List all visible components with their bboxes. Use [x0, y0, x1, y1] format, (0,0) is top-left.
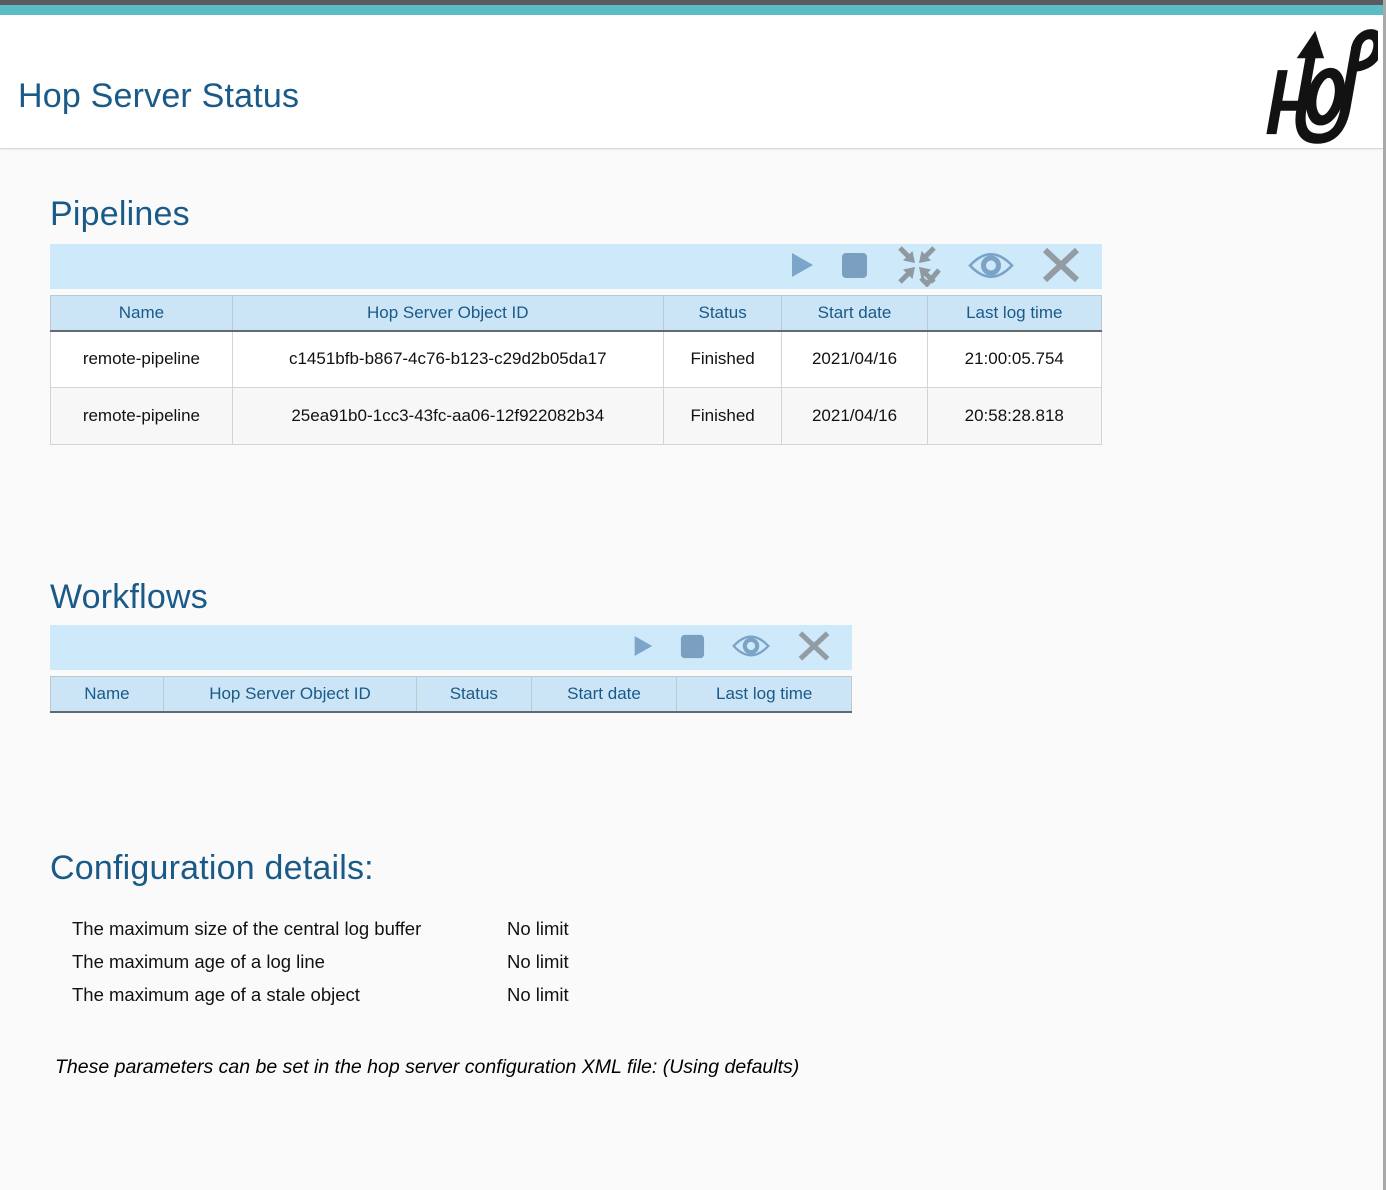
- pipeline-last-log-time: 20:58:28.818: [927, 388, 1101, 445]
- pipeline-status: Finished: [663, 388, 782, 445]
- config-value: No limit: [507, 951, 1386, 973]
- pipeline-object-id: c1451bfb-b867-4c76-b123-c29d2b05da17: [232, 331, 663, 388]
- start-pipeline-button[interactable]: [790, 252, 814, 281]
- view-pipeline-button[interactable]: [968, 250, 1014, 284]
- start-workflow-button[interactable]: [633, 634, 653, 661]
- column-header-start-date: Start date: [782, 296, 927, 331]
- pipeline-start-date: 2021/04/16: [782, 388, 927, 445]
- hop-logo-icon: [1250, 17, 1378, 147]
- config-label: The maximum age of a log line: [72, 951, 507, 973]
- column-header-name: Name: [51, 677, 164, 712]
- column-header-name: Name: [51, 296, 233, 331]
- config-value: No limit: [507, 984, 1386, 1006]
- pipeline-last-log-time: 21:00:05.754: [927, 331, 1101, 388]
- workflows-table: Name Hop Server Object ID Status Start d…: [50, 676, 852, 713]
- workflows-header-row: Name Hop Server Object ID Status Start d…: [51, 677, 852, 712]
- view-workflow-button[interactable]: [732, 631, 770, 664]
- pipelines-header-row: Name Hop Server Object ID Status Start d…: [51, 296, 1102, 331]
- column-header-status: Status: [663, 296, 782, 331]
- configuration-footnote: These parameters can be set in the hop s…: [50, 1056, 1386, 1079]
- column-header-start-date: Start date: [531, 677, 677, 712]
- pipeline-row[interactable]: remote-pipeline 25ea91b0-1cc3-43fc-aa06-…: [51, 388, 1102, 445]
- column-header-object-id: Hop Server Object ID: [163, 677, 416, 712]
- pipelines-table: Name Hop Server Object ID Status Start d…: [50, 295, 1102, 445]
- pipelines-toolbar: [50, 244, 1102, 289]
- column-header-object-id: Hop Server Object ID: [232, 296, 663, 331]
- pipeline-name: remote-pipeline: [51, 388, 233, 445]
- column-header-last-log-time: Last log time: [677, 677, 852, 712]
- x-icon: [797, 630, 831, 665]
- column-header-last-log-time: Last log time: [927, 296, 1101, 331]
- configuration-list: The maximum size of the central log buff…: [50, 918, 1386, 1006]
- stop-workflow-button[interactable]: [680, 634, 705, 662]
- workflows-heading: Workflows: [50, 445, 1386, 617]
- hop-logo: [1250, 17, 1378, 152]
- play-icon: [790, 252, 814, 281]
- pipeline-row[interactable]: remote-pipeline c1451bfb-b867-4c76-b123-…: [51, 331, 1102, 388]
- teal-accent-bar: [0, 5, 1386, 15]
- x-icon: [1041, 248, 1081, 285]
- column-header-status: Status: [417, 677, 532, 712]
- compress-check-button[interactable]: [895, 243, 941, 290]
- stop-icon: [680, 634, 705, 662]
- pipeline-object-id: 25ea91b0-1cc3-43fc-aa06-12f922082b34: [232, 388, 663, 445]
- stop-pipeline-button[interactable]: [841, 252, 868, 282]
- pipelines-heading: Pipelines: [50, 149, 1386, 234]
- pipeline-name: remote-pipeline: [51, 331, 233, 388]
- eye-icon: [968, 250, 1014, 284]
- page-title: Hop Server Status: [18, 77, 299, 116]
- workflows-panel: Name Hop Server Object ID Status Start d…: [50, 625, 852, 713]
- config-label: The maximum age of a stale object: [72, 984, 507, 1006]
- eye-icon: [732, 631, 770, 664]
- config-value: No limit: [507, 918, 1386, 940]
- remove-pipeline-button[interactable]: [1041, 248, 1081, 285]
- pipeline-start-date: 2021/04/16: [782, 331, 927, 388]
- stop-icon: [841, 252, 868, 282]
- main-content: Pipelines: [0, 149, 1386, 1079]
- config-label: The maximum size of the central log buff…: [72, 918, 507, 940]
- remove-workflow-button[interactable]: [797, 630, 831, 665]
- workflows-toolbar: [50, 625, 852, 670]
- pipeline-status: Finished: [663, 331, 782, 388]
- compress-check-icon: [895, 243, 941, 290]
- page-header: Hop Server Status: [0, 15, 1386, 149]
- pipelines-panel: Name Hop Server Object ID Status Start d…: [50, 244, 1102, 445]
- configuration-heading: Configuration details:: [50, 713, 1386, 888]
- play-icon: [633, 634, 653, 661]
